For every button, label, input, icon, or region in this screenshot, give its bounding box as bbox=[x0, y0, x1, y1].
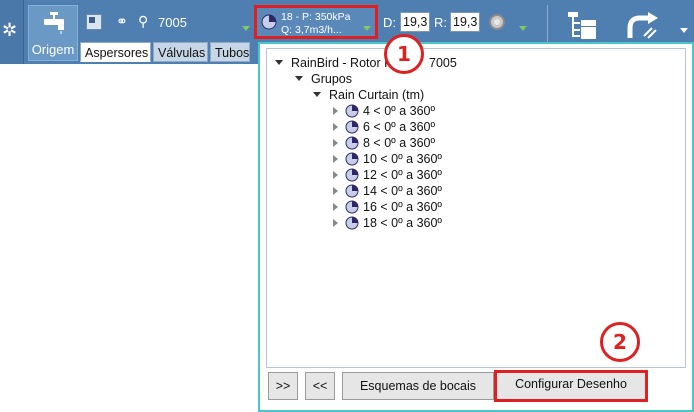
nozzle-item-label: 4 < 0º a 360º bbox=[363, 104, 436, 118]
nozzle-item-label: 6 < 0º a 360º bbox=[363, 120, 436, 134]
nozzle-item-label: 8 < 0º a 360º bbox=[363, 136, 436, 150]
nozzle-icon bbox=[345, 184, 359, 198]
nozzle-icon bbox=[345, 216, 359, 230]
collapsed-arrow-icon[interactable] bbox=[333, 107, 338, 115]
r-label: R: bbox=[434, 15, 447, 30]
tab-valvulas[interactable]: Válvulas bbox=[153, 42, 208, 62]
app-window: ✲ Origem ⚭ ⚲ 7005 Aspersores Válvulas Tu… bbox=[0, 0, 694, 412]
search-icon[interactable]: ⚲ bbox=[138, 14, 154, 30]
nozzle-icon bbox=[345, 104, 359, 118]
expand-arrow-icon[interactable] bbox=[275, 60, 283, 65]
nozzle-line1: 18 - P: 350kPa bbox=[281, 11, 351, 23]
sprinkler-dropdown-arrow[interactable] bbox=[242, 26, 250, 31]
tree-root-suffix: 7005 bbox=[429, 56, 457, 70]
nozzle-dropdown-arrow[interactable] bbox=[363, 26, 371, 31]
nozzle-icon bbox=[345, 152, 359, 166]
collapsed-arrow-icon[interactable] bbox=[333, 123, 338, 131]
nozzle-icon bbox=[261, 14, 277, 30]
nozzle-icon bbox=[345, 168, 359, 182]
nozzle-item-label: 10 < 0º a 360º bbox=[363, 152, 442, 166]
prev-button[interactable]: << bbox=[305, 372, 335, 400]
nozzle-icon bbox=[345, 120, 359, 134]
configure-drawing-button[interactable]: Configurar Desenho bbox=[494, 370, 648, 402]
tree-root-label: RainBird - Rotor R bbox=[291, 56, 394, 70]
nozzle-schemes-button[interactable]: Esquemas de bocais bbox=[342, 372, 494, 400]
nozzle-item-label: 18 < 0º a 360º bbox=[363, 216, 442, 230]
circle-icon[interactable] bbox=[489, 14, 505, 30]
sprinkler-id[interactable]: 7005 bbox=[158, 15, 187, 30]
dr-dropdown-arrow[interactable] bbox=[519, 26, 527, 31]
tree-groups-label: Grupos bbox=[311, 72, 352, 86]
d-field[interactable]: 19,3 bbox=[400, 12, 430, 32]
annotation-badge-2: 2 bbox=[600, 322, 640, 362]
collapsed-arrow-icon[interactable] bbox=[333, 203, 338, 211]
nozzle-item-label: 14 < 0º a 360º bbox=[363, 184, 442, 198]
tree-list-icon[interactable] bbox=[566, 10, 598, 40]
origem-label: Origem bbox=[31, 42, 75, 57]
nozzle-icon bbox=[345, 136, 359, 150]
grid-icon[interactable] bbox=[86, 14, 102, 30]
expand-arrow-icon[interactable] bbox=[313, 92, 321, 97]
next-button[interactable]: >> bbox=[268, 372, 298, 400]
expand-arrow-icon[interactable] bbox=[295, 76, 303, 81]
collapsed-arrow-icon[interactable] bbox=[333, 171, 338, 179]
collapsed-arrow-icon[interactable] bbox=[333, 187, 338, 195]
origem-button[interactable]: Origem bbox=[28, 5, 78, 61]
collapsed-arrow-icon[interactable] bbox=[333, 219, 338, 227]
tab-tubos[interactable]: Tubos bbox=[210, 42, 250, 62]
nozzle-icon bbox=[345, 200, 359, 214]
collapsed-arrow-icon[interactable] bbox=[333, 155, 338, 163]
nozzle-item-label: 16 < 0º a 360º bbox=[363, 200, 442, 214]
faucet-icon bbox=[44, 12, 64, 34]
left-strip[interactable]: ✲ bbox=[0, 0, 24, 64]
tab-aspersores[interactable]: Aspersores bbox=[80, 42, 151, 62]
annotation-badge-1: 1 bbox=[384, 34, 424, 74]
d-label: D: bbox=[383, 15, 396, 30]
r-field[interactable]: 19,3 bbox=[450, 12, 480, 32]
nozzle-line2: Q: 3,7m3/h... bbox=[281, 24, 342, 36]
collapse-ribbon-icon[interactable] bbox=[680, 28, 688, 33]
nozzle-selector[interactable]: 18 - P: 350kPa Q: 3,7m3/h... bbox=[254, 5, 378, 39]
collapsed-arrow-icon[interactable] bbox=[333, 139, 338, 147]
nozzle-tree-view: RainBird - Rotor R 7005 Grupos Rain Curt… bbox=[266, 48, 686, 368]
binoculars-icon[interactable]: ⚭ bbox=[116, 14, 132, 30]
nozzle-item-label: 12 < 0º a 360º bbox=[363, 168, 442, 182]
sprinkler-pipe-icon[interactable] bbox=[626, 8, 662, 42]
bug-icon[interactable]: ✲ bbox=[2, 22, 17, 40]
tree-group-label: Rain Curtain (tm) bbox=[329, 88, 425, 102]
